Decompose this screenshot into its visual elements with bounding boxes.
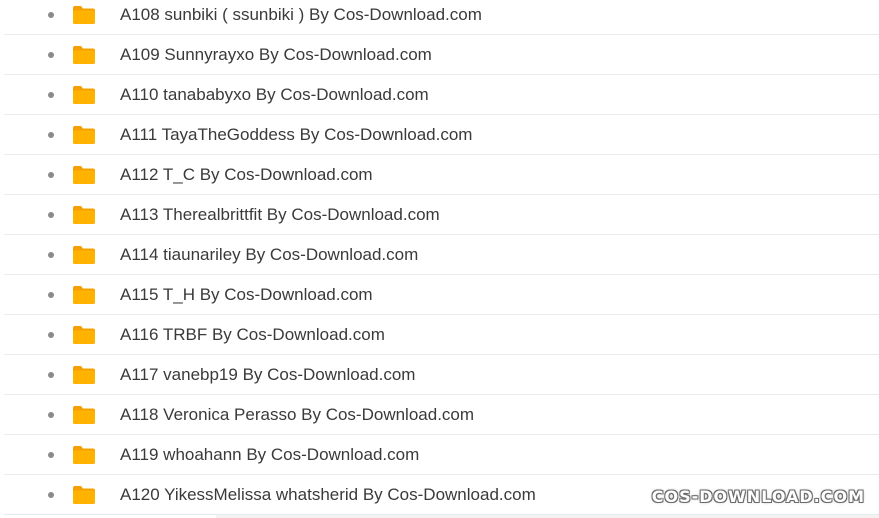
folder-icon — [72, 5, 96, 25]
bullet-point — [48, 52, 54, 58]
folder-icon — [72, 165, 96, 185]
folder-name[interactable]: A120 YikessMelissa whatsherid By Cos-Dow… — [120, 485, 536, 505]
folder-row[interactable]: A112 T_C By Cos-Download.com — [4, 155, 879, 195]
folder-name[interactable]: A117 vanebp19 By Cos-Download.com — [120, 365, 415, 385]
bullet-point — [48, 372, 54, 378]
folder-name[interactable]: A110 tanababyxo By Cos-Download.com — [120, 85, 429, 105]
folder-icon — [72, 45, 96, 65]
folder-row[interactable]: A115 T_H By Cos-Download.com — [4, 275, 879, 315]
folder-name[interactable]: A114 tiaunariley By Cos-Download.com — [120, 245, 418, 265]
bullet-point — [48, 172, 54, 178]
folder-name[interactable]: A113 Therealbrittfit By Cos-Download.com — [120, 205, 440, 225]
folder-list: A108 sunbiki ( ssunbiki ) By Cos-Downloa… — [0, 0, 879, 515]
bullet-point — [48, 92, 54, 98]
folder-row[interactable]: A113 Therealbrittfit By Cos-Download.com — [4, 195, 879, 235]
folder-row[interactable]: A114 tiaunariley By Cos-Download.com — [4, 235, 879, 275]
folder-row[interactable]: A118 Veronica Perasso By Cos-Download.co… — [4, 395, 879, 435]
folder-row[interactable]: A110 tanababyxo By Cos-Download.com — [4, 75, 879, 115]
folder-icon — [72, 205, 96, 225]
bullet-point — [48, 452, 54, 458]
bullet-point — [48, 492, 54, 498]
folder-row[interactable]: A111 TayaTheGoddess By Cos-Download.com — [4, 115, 879, 155]
bullet-point — [48, 332, 54, 338]
folder-icon — [72, 325, 96, 345]
folder-name[interactable]: A116 TRBF By Cos-Download.com — [120, 325, 385, 345]
folder-name[interactable]: A118 Veronica Perasso By Cos-Download.co… — [120, 405, 474, 425]
folder-row[interactable]: A116 TRBF By Cos-Download.com — [4, 315, 879, 355]
folder-row[interactable]: A109 Sunnyrayxo By Cos-Download.com — [4, 35, 879, 75]
folder-name[interactable]: A108 sunbiki ( ssunbiki ) By Cos-Downloa… — [120, 5, 482, 25]
folder-icon — [72, 365, 96, 385]
folder-row[interactable]: A108 sunbiki ( ssunbiki ) By Cos-Downloa… — [4, 0, 879, 35]
bullet-point — [48, 212, 54, 218]
folder-name[interactable]: A111 TayaTheGoddess By Cos-Download.com — [120, 125, 472, 145]
folder-icon — [72, 285, 96, 305]
bullet-point — [48, 132, 54, 138]
folder-icon — [72, 245, 96, 265]
folder-name[interactable]: A119 whoahann By Cos-Download.com — [120, 445, 419, 465]
folder-name[interactable]: A109 Sunnyrayxo By Cos-Download.com — [120, 45, 432, 65]
folder-row[interactable]: A119 whoahann By Cos-Download.com — [4, 435, 879, 475]
bullet-point — [48, 12, 54, 18]
folder-icon — [72, 85, 96, 105]
folder-icon — [72, 485, 96, 505]
folder-name[interactable]: A112 T_C By Cos-Download.com — [120, 165, 373, 185]
folder-icon — [72, 125, 96, 145]
watermark-logo: COS-DOWNLOAD.COM — [651, 487, 865, 506]
folder-name[interactable]: A115 T_H By Cos-Download.com — [120, 285, 373, 305]
folder-row[interactable]: A117 vanebp19 By Cos-Download.com — [4, 355, 879, 395]
folder-icon — [72, 405, 96, 425]
bullet-point — [48, 252, 54, 258]
folder-icon — [72, 445, 96, 465]
bullet-point — [48, 292, 54, 298]
bullet-point — [48, 412, 54, 418]
